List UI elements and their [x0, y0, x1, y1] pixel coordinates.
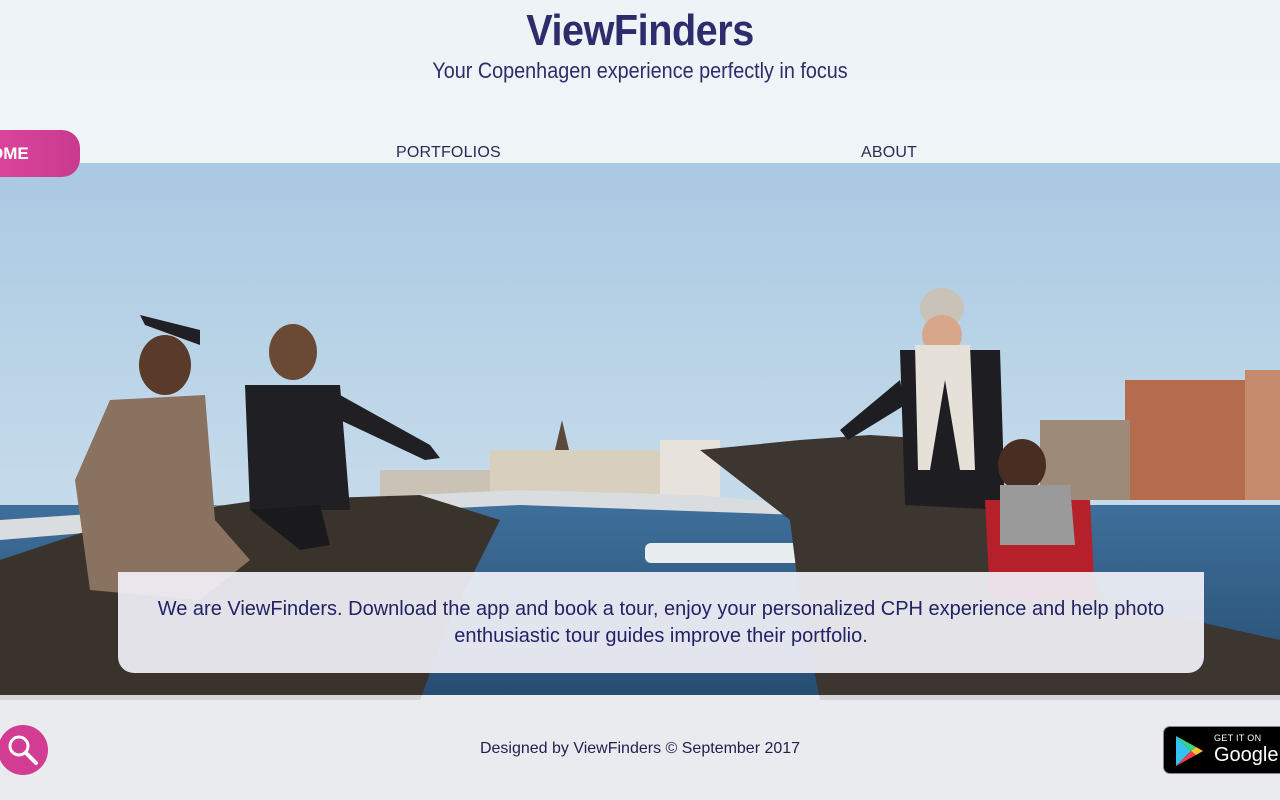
about-text: We are ViewFinders. Download the app and…: [157, 598, 1165, 647]
search-button[interactable]: [0, 725, 48, 775]
footer-credit: Designed by ViewFinders © September 2017: [479, 740, 801, 757]
nav-about-link[interactable]: ABOUT: [861, 144, 917, 162]
nav-home-tab[interactable]: OME: [0, 130, 80, 177]
play-badge-big-text: Google: [1214, 744, 1279, 766]
play-badge-small-text: GET IT ON: [1214, 733, 1262, 743]
site-tagline: Your Copenhagen experience perfectly in …: [432, 58, 848, 83]
about-card: We are ViewFinders. Download the app and…: [118, 572, 1204, 673]
search-icon: [8, 735, 38, 765]
nav-portfolios-link[interactable]: PORTFOLIOS: [396, 144, 501, 162]
google-play-icon: [1176, 736, 1203, 766]
google-play-badge[interactable]: GET IT ON Google: [1163, 726, 1280, 774]
site-title: ViewFinders: [526, 6, 754, 55]
